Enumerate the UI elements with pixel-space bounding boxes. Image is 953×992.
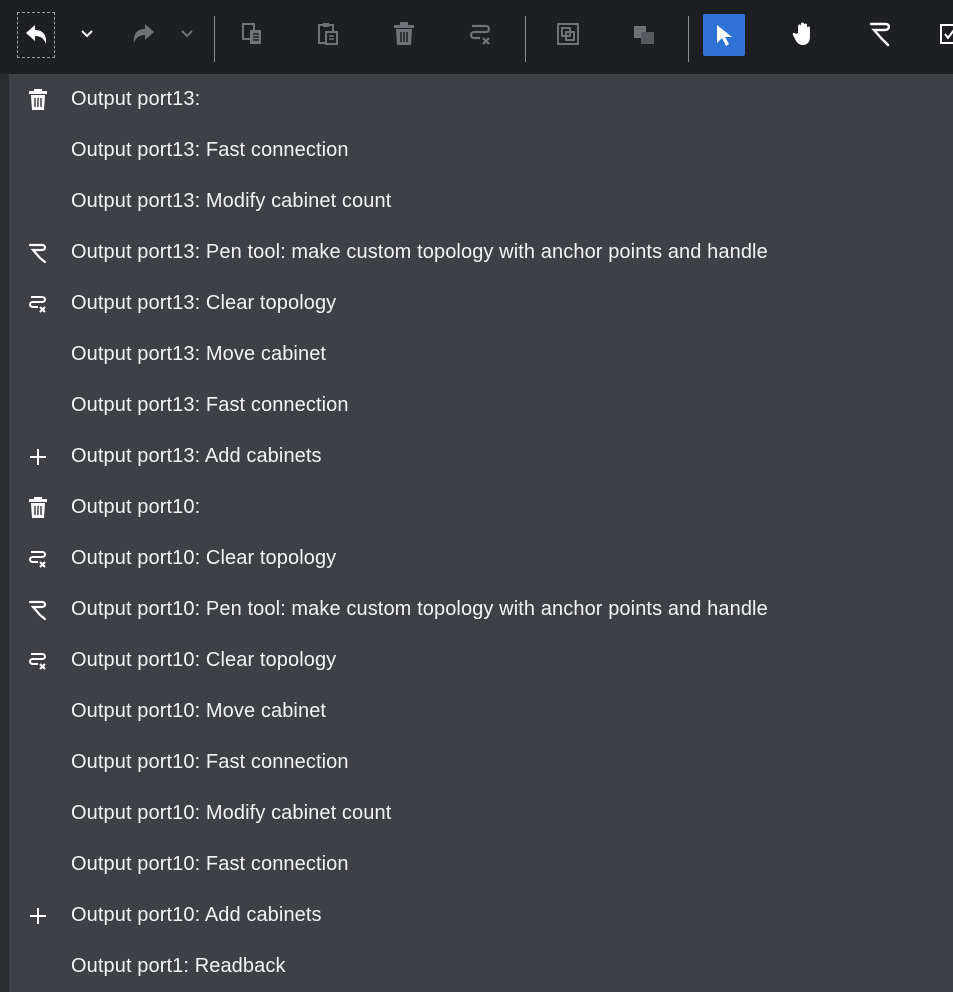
more-button[interactable] — [938, 14, 953, 54]
history-item-label: Output port10: Add cabinets — [71, 904, 322, 926]
history-item[interactable]: Output port13: Move cabinet — [9, 329, 953, 380]
redo-dropdown[interactable] — [176, 14, 198, 54]
pen-icon — [869, 22, 891, 47]
history-item-label: Output port13: Move cabinet — [71, 343, 327, 365]
layer-icon — [634, 26, 654, 44]
history-item[interactable]: Output port10: Modify cabinet count — [9, 788, 953, 839]
history-item[interactable]: Output port10: Fast connection — [9, 839, 953, 890]
history-item[interactable]: Output port13: Fast connection — [9, 125, 953, 176]
hand-icon — [792, 22, 810, 45]
undo-dropdown[interactable] — [76, 14, 98, 54]
history-item[interactable]: Output port13: Add cabinets — [9, 431, 953, 482]
redo-icon — [133, 24, 154, 43]
history-item[interactable]: Output port10: Add cabinets — [9, 890, 953, 941]
history-item-label: Output port10: Fast connection — [71, 751, 349, 773]
chevron-down-icon — [181, 30, 193, 38]
clear-topology-icon — [27, 650, 49, 672]
history-item[interactable]: Output port10: Clear topology — [9, 533, 953, 584]
layer-button[interactable] — [628, 14, 660, 54]
chevron-down-icon — [81, 30, 93, 38]
plus-icon — [27, 905, 49, 927]
toolbar — [0, 0, 953, 74]
pen-tool-button[interactable] — [864, 14, 896, 54]
history-item-label: Output port10: Move cabinet — [71, 700, 327, 722]
copy-icon — [242, 23, 261, 44]
history-item-label: Output port13: Add cabinets — [71, 445, 322, 467]
undo-icon — [26, 25, 47, 44]
undo-button[interactable] — [17, 12, 55, 58]
history-item-label: Output port13: Fast connection — [71, 394, 349, 416]
history-item-label: Output port13: Fast connection — [71, 139, 349, 161]
pen-icon — [27, 242, 49, 264]
history-item-label: Output port13: — [71, 88, 201, 110]
history-item-label: Output port10: Fast connection — [71, 853, 349, 875]
delete-button[interactable] — [388, 14, 420, 54]
group-icon — [557, 23, 579, 45]
history-item[interactable]: Output port10: — [9, 482, 953, 533]
history-dropdown: Output port13: Output port13: Fast connec… — [9, 74, 953, 992]
redo-button[interactable] — [128, 14, 160, 54]
group-button[interactable] — [552, 14, 584, 54]
trash-icon — [394, 22, 414, 45]
history-item[interactable]: Output port13: Fast connection — [9, 380, 953, 431]
clear-topology-icon — [469, 24, 491, 45]
pan-tool-button[interactable] — [786, 14, 822, 54]
history-item[interactable]: Output port13: — [9, 74, 953, 125]
history-item[interactable]: Output port10: Move cabinet — [9, 686, 953, 737]
history-item[interactable]: Output port10: Fast connection — [9, 737, 953, 788]
pointer-icon — [717, 25, 732, 46]
plus-icon — [27, 446, 49, 468]
history-item-label: Output port10: Clear topology — [71, 649, 337, 671]
history-item-label: Output port10: Pen tool: make custom top… — [71, 598, 768, 620]
history-item-label: Output port10: Clear topology — [71, 547, 337, 569]
history-item[interactable]: Output port1: Readback — [9, 941, 953, 992]
select-tool-button[interactable] — [703, 14, 745, 56]
history-item-label: Output port10: Modify cabinet count — [71, 802, 392, 824]
paste-button[interactable] — [312, 14, 344, 54]
clear-topology-icon — [27, 548, 49, 570]
clear-topology-icon — [27, 293, 49, 315]
pen-icon — [27, 599, 49, 621]
history-item-label: Output port10: — [71, 496, 201, 518]
clear-topology-button[interactable] — [464, 14, 496, 54]
history-item-label: Output port1: Readback — [71, 955, 286, 977]
paste-icon — [318, 23, 338, 45]
history-item-label: Output port13: Modify cabinet count — [71, 190, 392, 212]
checkbox-icon — [940, 24, 953, 44]
history-item[interactable]: Output port13: Modify cabinet count — [9, 176, 953, 227]
history-item[interactable]: Output port13: Clear topology — [9, 278, 953, 329]
history-item-label: Output port13: Clear topology — [71, 292, 337, 314]
history-item-label: Output port13: Pen tool: make custom top… — [71, 241, 768, 263]
history-item[interactable]: Output port13: Pen tool: make custom top… — [9, 227, 953, 278]
history-item[interactable]: Output port10: Clear topology — [9, 635, 953, 686]
copy-button[interactable] — [236, 14, 268, 54]
trash-icon — [27, 88, 49, 111]
trash-icon — [27, 496, 49, 519]
history-item[interactable]: Output port10: Pen tool: make custom top… — [9, 584, 953, 635]
